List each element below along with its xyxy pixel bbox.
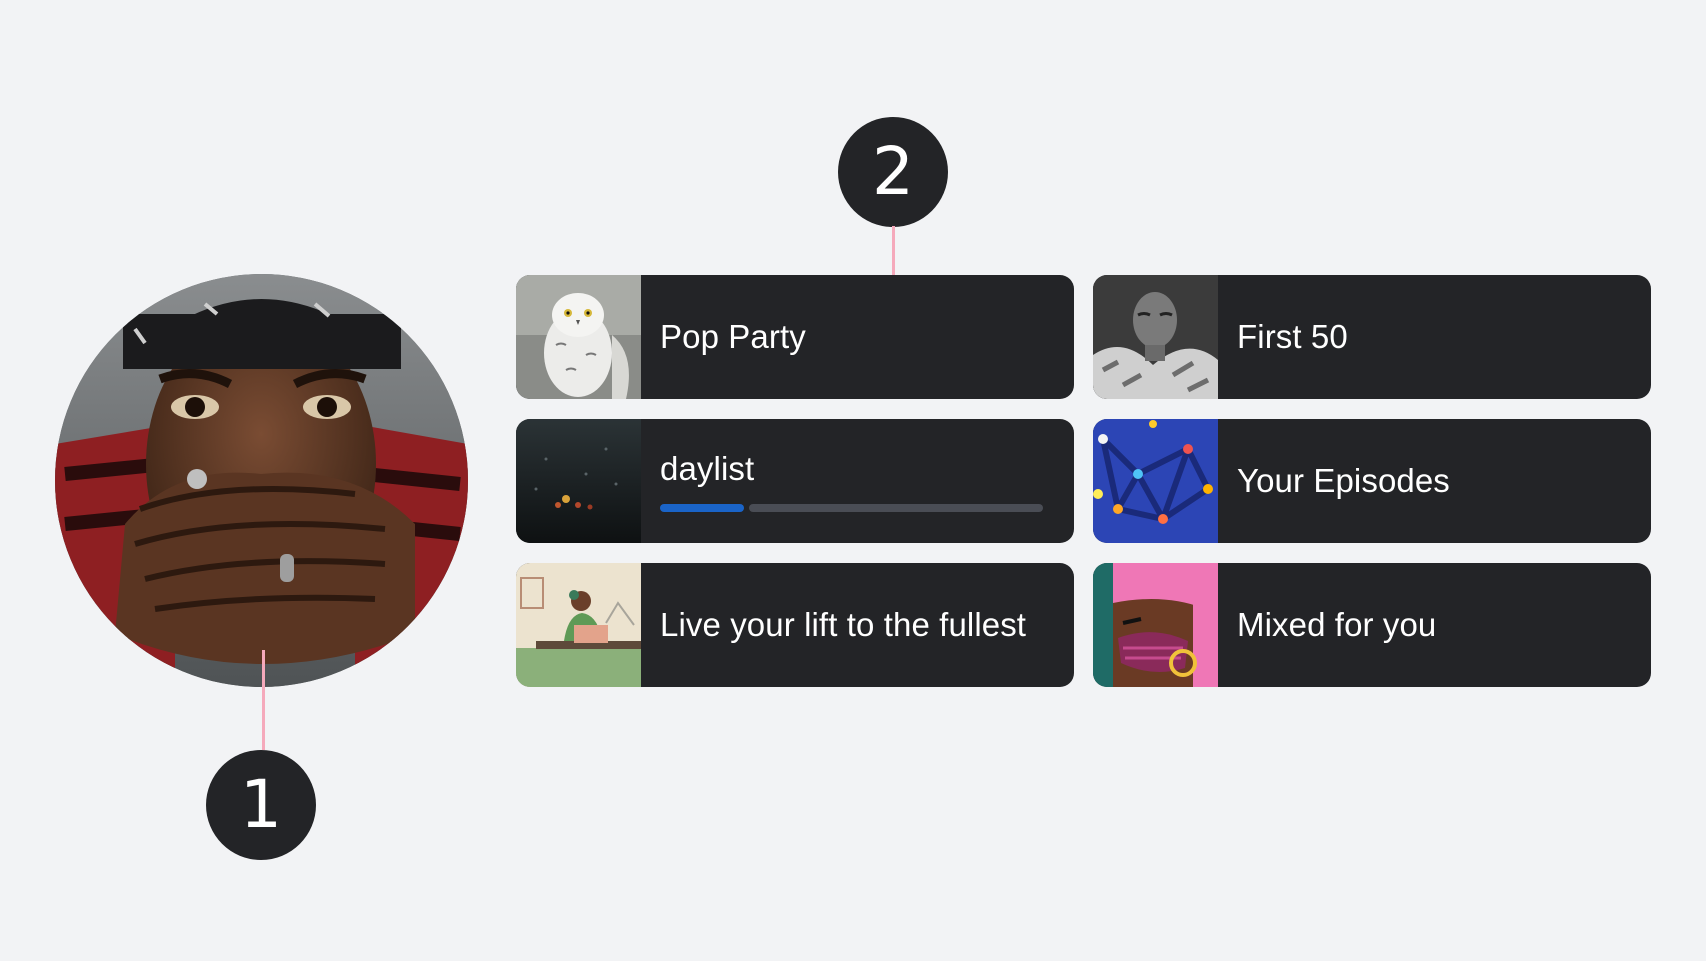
shortcut-tile-live-your-lift[interactable]: Live your lift to the fullest [516,563,1074,687]
playlist-cover [516,563,641,687]
playlist-cover [1093,563,1218,687]
pink-portrait-icon [1093,563,1218,687]
shortcut-title: daylist [660,450,755,487]
shortcut-title: Mixed for you [1237,606,1437,643]
shortcut-tile-pop-party[interactable]: Pop Party [516,275,1074,399]
playlist-cover [1093,419,1218,543]
shortcut-title: Live your lift to the fullest [660,606,1027,643]
progress-fill [660,504,745,512]
user-photo-icon [55,274,468,687]
shortcut-title: Pop Party [660,318,806,355]
playlist-cover [516,419,641,543]
shortcut-tile-daylist[interactable]: daylist [516,419,1074,543]
shortcut-tile-mixed-for-you[interactable]: Mixed for you [1093,563,1651,687]
illustrated-desk-icon [516,563,641,687]
shortcut-title: Your Episodes [1237,462,1450,499]
progress-track [749,504,1043,512]
callout-badge-1: 1 [206,750,316,860]
blue-network-icon [1093,419,1218,543]
shortcut-title: First 50 [1237,318,1348,355]
playlist-cover [516,275,641,399]
rainy-window-icon [516,419,641,543]
playlist-cover [1093,275,1218,399]
shortcut-tile-your-episodes[interactable]: Your Episodes [1093,419,1651,543]
callout-leader-line-1 [262,650,265,750]
snowy-owl-icon [516,275,641,399]
user-avatar[interactable] [55,274,468,687]
callout-badge-2: 2 [838,117,948,227]
shortcut-tile-first-50[interactable]: First 50 [1093,275,1651,399]
bw-portrait-icon [1093,275,1218,399]
daylist-progress-bar [660,504,1043,512]
